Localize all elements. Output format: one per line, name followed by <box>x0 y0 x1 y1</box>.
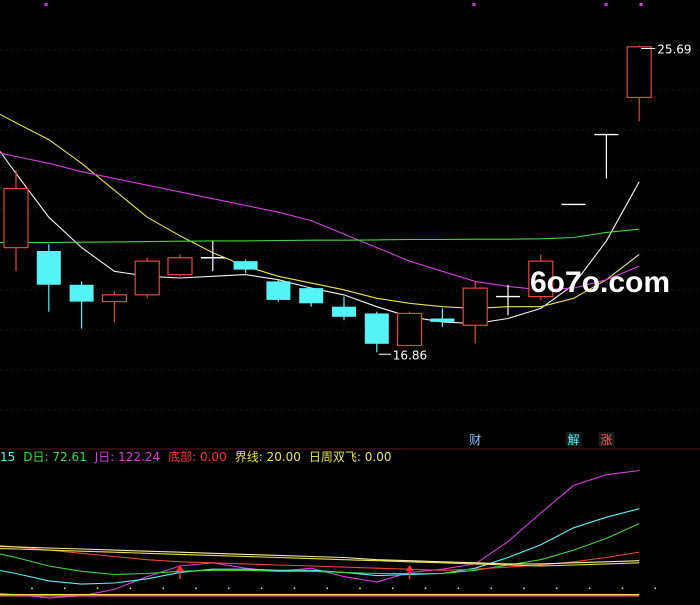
baseline-dot <box>457 587 460 590</box>
candle-body <box>69 284 94 302</box>
baseline-dot <box>523 587 525 590</box>
candle-body <box>3 187 29 249</box>
low-price-label: 16.86 <box>393 348 427 362</box>
baseline-dot <box>195 587 197 590</box>
legend-item: 底部: 0.00 <box>168 449 227 464</box>
baseline-dot <box>129 587 132 590</box>
candle-body <box>364 313 389 344</box>
baseline-dot <box>555 587 558 590</box>
baseline-dot <box>588 587 591 590</box>
grid <box>0 3 700 411</box>
candle-body <box>233 261 258 270</box>
top-marker <box>639 3 643 6</box>
legend-item: 日周双飞: 0.00 <box>309 450 392 464</box>
top-marker <box>604 3 608 6</box>
indicator-legend: 15 D日: 72.61 J日: 122.24 底部: 0.00 界线: 20.00 日周… <box>0 449 392 464</box>
baseline-dot <box>424 587 427 590</box>
baseline-dot <box>227 587 230 590</box>
candle-body <box>332 306 356 317</box>
top-marker <box>472 3 476 6</box>
indicator-panel <box>0 469 657 599</box>
baseline-dot <box>621 587 624 590</box>
baseline-dot <box>31 587 33 590</box>
baseline-dot <box>293 587 296 590</box>
baseline-dot <box>359 587 361 590</box>
baseline-dot <box>260 587 263 590</box>
legend-item: D日: 72.61 <box>23 450 86 464</box>
price-annotations: 25.69 16.86 财 解 涨 <box>378 42 692 447</box>
legend-item: 15 <box>0 450 15 464</box>
candle-body <box>626 46 652 99</box>
candlesticks <box>3 45 652 353</box>
baseline-dot <box>63 587 66 590</box>
event-marker: 财 <box>469 433 481 447</box>
signal-arrow-head <box>405 565 414 571</box>
legend-item: J日: 122.24 <box>94 450 160 464</box>
candle-body <box>430 318 455 322</box>
candle-body <box>36 251 61 285</box>
event-marker: 解 <box>568 433 580 447</box>
ma-line-4 <box>0 228 640 244</box>
candle-body <box>266 281 291 300</box>
indicator-line-1 <box>0 469 640 599</box>
candle-body <box>299 288 324 304</box>
candle-body <box>462 287 488 326</box>
baseline-dot <box>162 587 165 590</box>
candle-body <box>134 260 160 296</box>
candle-body <box>101 294 128 303</box>
high-price-label: 25.69 <box>657 42 691 56</box>
chart-canvas: 25.69 16.86 财 解 涨 6o7o.com 15 D日: 72.61 J日: 12… <box>0 3 700 599</box>
baseline-dot <box>326 587 329 590</box>
baseline-dot <box>490 587 493 590</box>
candle-body <box>397 312 423 347</box>
baseline-dot <box>391 587 394 590</box>
baseline-dot <box>654 587 657 590</box>
legend-item: 界线: 20.00 <box>235 450 301 464</box>
watermark: 6o7o.com <box>530 266 670 299</box>
baseline-dot <box>96 587 99 590</box>
candle-body <box>167 257 193 276</box>
top-marker <box>44 3 48 6</box>
event-marker: 涨 <box>600 432 612 447</box>
